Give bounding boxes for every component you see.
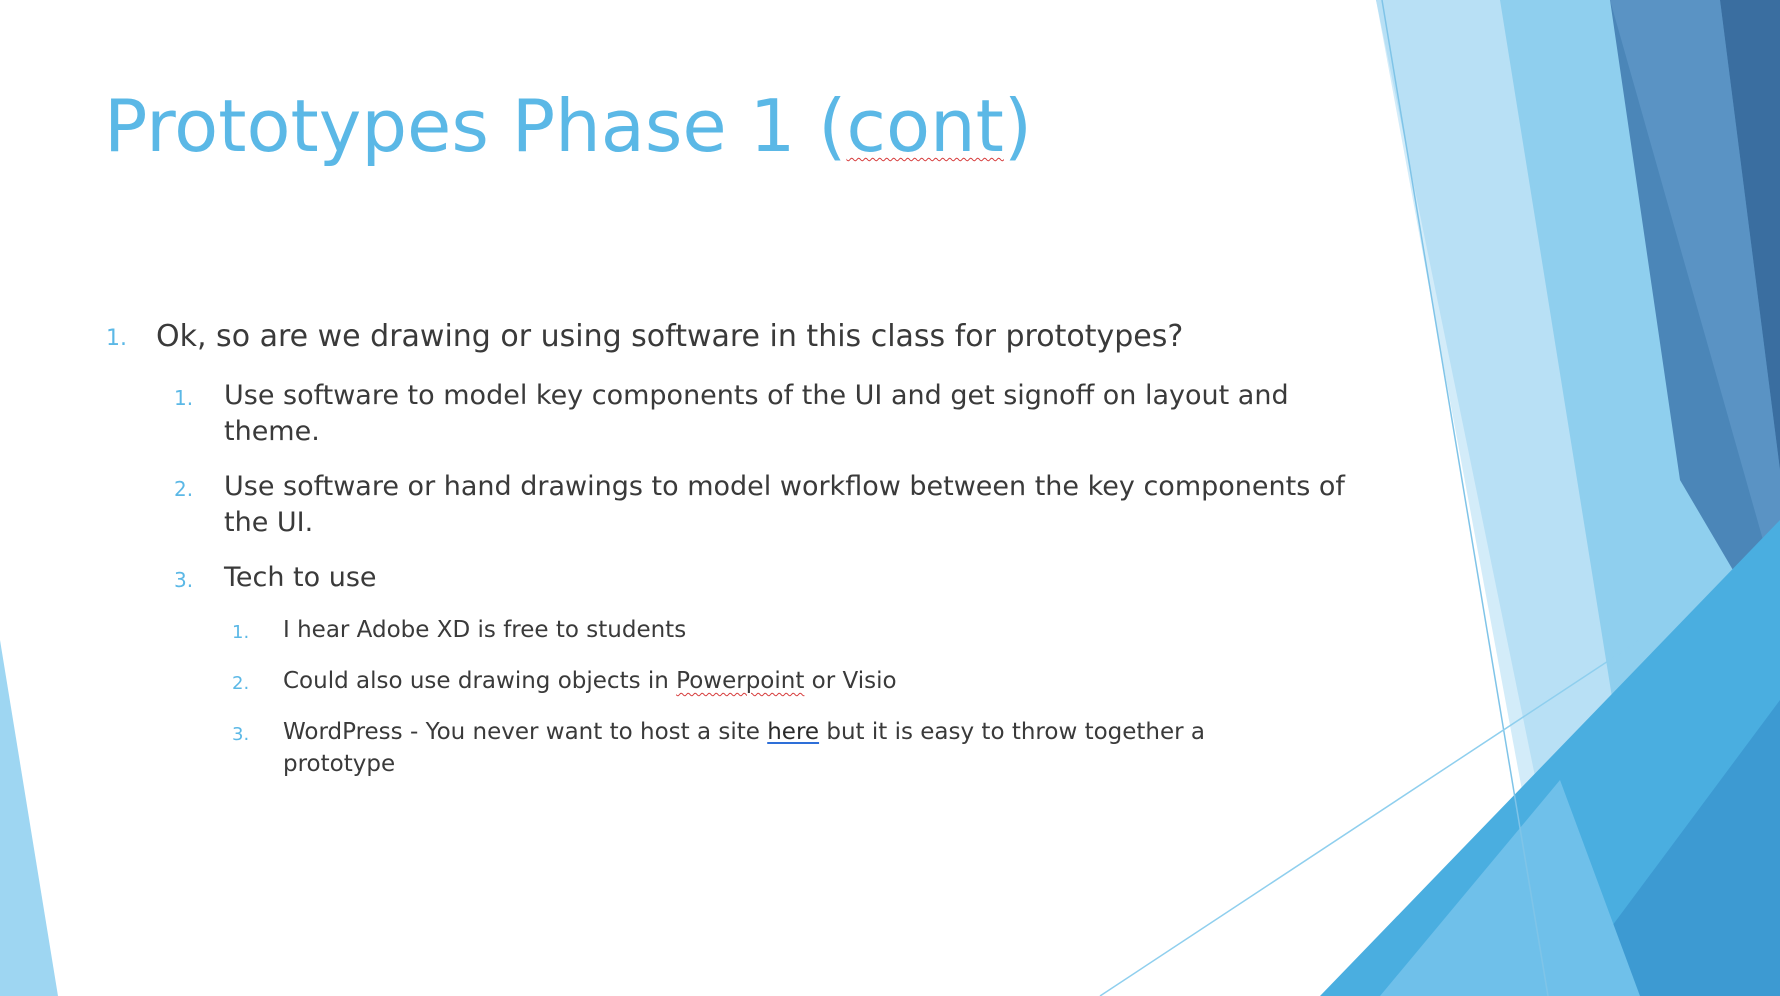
list-number: 2. (232, 673, 250, 694)
list-item: WordPress - You never want to host a sit… (283, 716, 1258, 780)
list-item: I hear Adobe XD is free to students (283, 617, 687, 643)
list-item-text: WordPress - You never want to host a sit… (283, 719, 768, 745)
title-text-end: ) (1003, 84, 1032, 168)
list-item-text: Could also use drawing objects in (283, 668, 677, 694)
list-number: 1. (106, 326, 127, 351)
list-item: Use software to model key components of … (224, 380, 1289, 447)
spellcheck-word: Powerpoint (676, 668, 805, 694)
slide: Prototypes Phase 1 (cont) 1. Ok, so are … (0, 0, 1780, 996)
slide-title: Prototypes Phase 1 (cont) (104, 84, 1032, 168)
list-item: Use software or hand drawings to model w… (224, 471, 1345, 538)
list-number: 1. (174, 386, 194, 410)
title-spellcheck-word: cont (846, 84, 1004, 168)
here-link[interactable]: here (767, 719, 819, 745)
list-item: Tech to use (224, 562, 377, 593)
left-sliver-shape (0, 640, 58, 996)
list-item: Could also use drawing objects in Powerp… (283, 665, 1283, 697)
title-text: Prototypes Phase 1 ( (104, 84, 847, 168)
list-number: 2. (174, 477, 194, 501)
list-item-text: or Visio (804, 668, 897, 694)
list-item-question: Ok, so are we drawing or using software … (156, 319, 1184, 354)
list-number: 3. (232, 724, 250, 745)
list-number: 3. (174, 568, 194, 592)
list-number: 1. (232, 622, 250, 643)
